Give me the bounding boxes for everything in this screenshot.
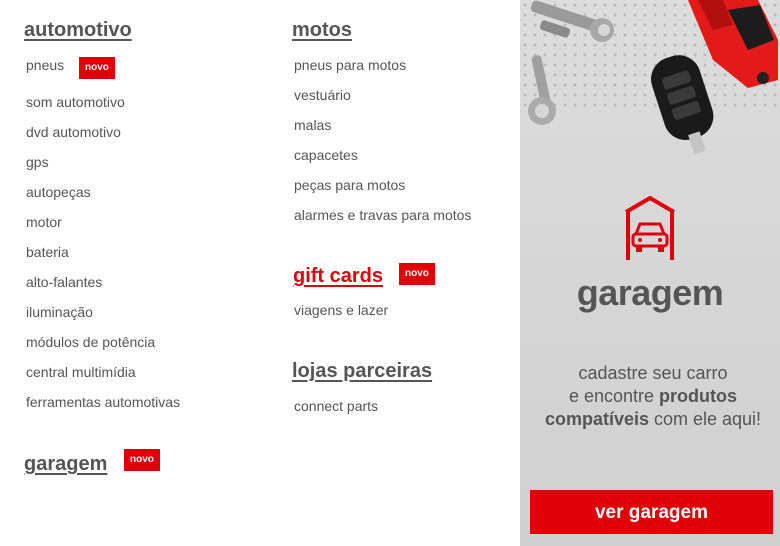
motos-link[interactable]: vestuário bbox=[294, 87, 351, 103]
banner-background bbox=[520, 110, 780, 546]
banner-copy-bold: produtos bbox=[659, 386, 738, 406]
lojas-parceiras-link[interactable]: connect parts bbox=[294, 398, 378, 414]
motos-link[interactable]: pneus para motos bbox=[294, 57, 406, 73]
novo-badge: novo bbox=[79, 57, 115, 79]
motos-heading[interactable]: motos bbox=[292, 19, 352, 42]
garagem-banner[interactable]: garagem cadastre seu carro e encontre pr… bbox=[520, 0, 780, 546]
automotivo-link[interactable]: ferramentas automotivas bbox=[26, 394, 180, 410]
motos-link[interactable]: peças para motos bbox=[294, 177, 405, 193]
garagem-heading[interactable]: garagem bbox=[24, 453, 107, 476]
novo-badge: novo bbox=[399, 263, 435, 285]
car-garage-icon bbox=[624, 196, 676, 260]
banner-copy-line3: compatíveis com ele aqui! bbox=[528, 408, 778, 431]
lojas-parceiras-heading[interactable]: lojas parceiras bbox=[292, 360, 432, 383]
automotivo-link[interactable]: som automotivo bbox=[26, 94, 125, 110]
gift-cards-heading[interactable]: gift cards bbox=[293, 265, 383, 288]
banner-copy-bold: compatíveis bbox=[544, 409, 649, 429]
banner-copy-text: com ele aqui! bbox=[648, 409, 762, 429]
wrench-icon bbox=[528, 55, 556, 125]
ver-garagem-button[interactable]: ver garagem bbox=[530, 490, 773, 534]
banner-copy-text: e encontre bbox=[568, 386, 660, 406]
automotivo-link[interactable]: iluminação bbox=[26, 304, 93, 320]
automotivo-link[interactable]: módulos de potência bbox=[26, 334, 155, 350]
banner-copy-line2: e encontre produtos bbox=[528, 385, 778, 408]
automotivo-link[interactable]: gps bbox=[26, 154, 49, 170]
gift-cards-link[interactable]: viagens e lazer bbox=[294, 302, 388, 318]
car-key-icon bbox=[651, 55, 714, 155]
automotivo-link[interactable]: central multimídia bbox=[26, 364, 136, 380]
automotivo-link-pneus[interactable]: pneus bbox=[26, 57, 64, 73]
automotivo-link[interactable]: bateria bbox=[26, 244, 69, 260]
novo-badge: novo bbox=[124, 449, 160, 471]
motos-link[interactable]: malas bbox=[294, 117, 331, 133]
motos-link[interactable]: alarmes e travas para motos bbox=[294, 207, 471, 223]
automotivo-link[interactable]: motor bbox=[26, 214, 62, 230]
banner-copy-line1: cadastre seu carro bbox=[578, 363, 728, 383]
automotivo-link[interactable]: alto-falantes bbox=[26, 274, 102, 290]
automotivo-link[interactable]: autopeças bbox=[26, 184, 91, 200]
automotivo-link[interactable]: dvd automotivo bbox=[26, 124, 121, 140]
banner-logo-text: garagem bbox=[576, 272, 724, 313]
motos-link[interactable]: capacetes bbox=[294, 147, 358, 163]
automotivo-heading[interactable]: automotivo bbox=[24, 19, 132, 42]
wrench-icon bbox=[530, 0, 614, 42]
